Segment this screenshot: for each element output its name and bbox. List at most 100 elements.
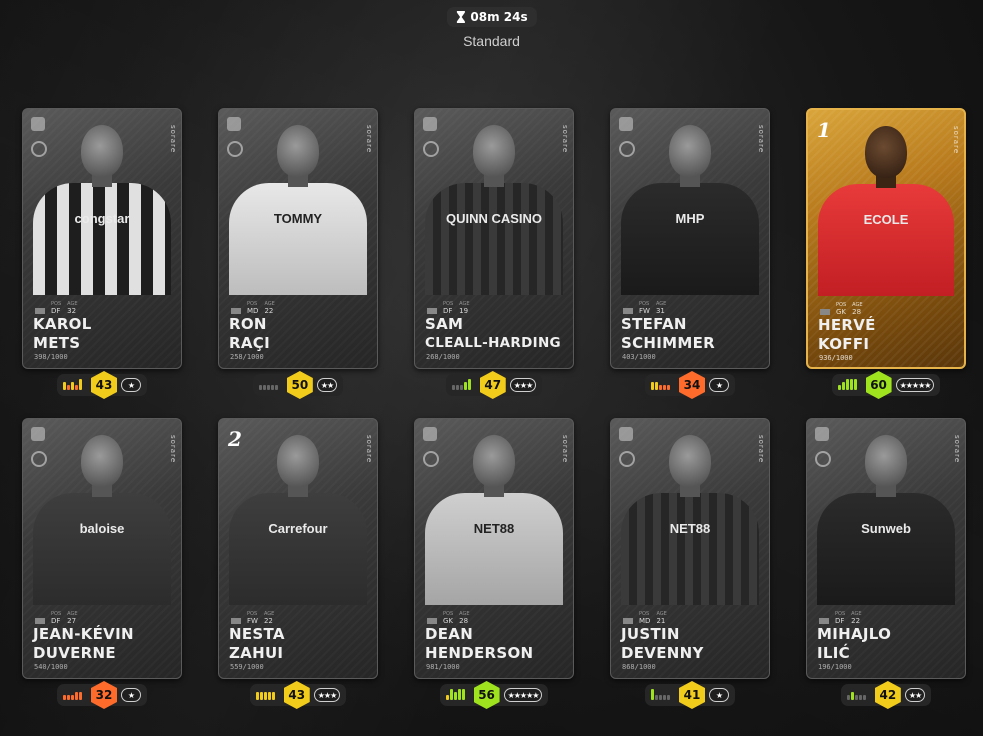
form-bar — [71, 695, 74, 700]
star-rating[interactable]: ★ — [709, 688, 729, 702]
form-bar — [63, 382, 66, 390]
form-bars — [846, 690, 871, 700]
player-name: NESTA ZAHUI — [229, 625, 373, 663]
player-card[interactable]: sorare NET88 POS MD AGE 21 JUSTIN DEVENNY 868/10… — [610, 418, 770, 679]
form-bars — [651, 380, 675, 390]
meta-pos: POS DF — [835, 611, 845, 625]
serial-number: 981/1000 — [426, 663, 460, 671]
player-card[interactable]: sorare Sunweb POS DF AGE 22 MIHAJLO ILIĆ 196/100… — [806, 418, 966, 679]
meta-age: AGE 21 — [656, 611, 666, 625]
position-value: DF — [51, 617, 61, 625]
card-stats: 60 ★★★★★ — [806, 371, 966, 399]
form-bar — [79, 692, 82, 700]
player-card[interactable]: sorare TOMMY POS MD AGE 22 RON RAÇI 258/1000 — [218, 108, 378, 369]
card-grid: sorare congstar POS DF AGE 32 KAROL METS 398/100… — [0, 0, 983, 736]
serial-number: 258/1000 — [230, 353, 264, 361]
card-slot: sorare MHP POS FW AGE 31 STEFAN SCHIMMER 403/100… — [610, 108, 770, 408]
form-bar — [467, 379, 471, 390]
card-slot: sorare QUINN CASINO POS DF AGE 19 SAM CLEALL-HA… — [414, 108, 574, 408]
nationality-flag-icon — [35, 308, 45, 314]
meta-age: AGE 28 — [459, 611, 469, 625]
star-rating[interactable]: ★★★ — [509, 378, 537, 392]
card-slot: sorare NET88 POS GK AGE 28 DEAN HENDERSON 981/10… — [414, 418, 574, 718]
player-meta: POS DF AGE 27 — [35, 611, 78, 625]
form-bar — [271, 692, 275, 700]
form-bar — [71, 382, 74, 390]
form-bar — [846, 695, 850, 700]
meta-pos: POS MD — [247, 301, 258, 315]
star-rating[interactable]: ★★★★★ — [503, 688, 543, 702]
score-badge: 60 — [865, 371, 892, 399]
meta-pos: POS GK — [836, 302, 846, 316]
player-photo: NET88 — [425, 429, 563, 605]
nationality-flag-icon — [820, 309, 830, 315]
card-slot: sorare baloise POS DF AGE 27 JEAN-KÉVIN DUVERNE… — [22, 418, 182, 718]
player-card[interactable]: sorare QUINN CASINO POS DF AGE 19 SAM CLEALL-HA… — [414, 108, 574, 369]
score-badge: 43 — [91, 371, 117, 399]
star-rating[interactable]: ★★ — [904, 688, 926, 702]
player-last-name: CLEALL-HARDING — [425, 335, 561, 351]
player-card[interactable]: sorare NET88 POS GK AGE 28 DEAN HENDERSON 981/10… — [414, 418, 574, 679]
form-bars — [451, 379, 476, 390]
card-slot: sorare NET88 POS MD AGE 21 JUSTIN DEVENNY 868/10… — [610, 418, 770, 718]
form-bar — [858, 695, 862, 700]
player-card[interactable]: sorare baloise POS DF AGE 27 JEAN-KÉVIN DUVERNE… — [22, 418, 182, 679]
player-name: JUSTIN DEVENNY — [621, 625, 765, 663]
meta-age: AGE 28 — [852, 302, 862, 316]
nationality-flag-icon — [427, 618, 437, 624]
star-rating[interactable]: ★★ — [316, 378, 338, 392]
player-meta: POS MD AGE 21 — [623, 611, 667, 625]
player-photo: Carrefour — [229, 429, 367, 605]
player-photo: QUINN CASINO — [425, 119, 563, 295]
nationality-flag-icon — [231, 308, 241, 314]
star-rating[interactable]: ★★★★★ — [895, 378, 935, 392]
player-meta: POS DF AGE 22 — [819, 611, 862, 625]
shirt-sponsor: QUINN CASINO — [445, 211, 543, 226]
player-head — [81, 435, 123, 487]
form-bar — [651, 689, 654, 700]
form-bars — [63, 379, 87, 390]
player-photo: Sunweb — [817, 429, 955, 605]
form-bar — [463, 382, 467, 390]
star-rating[interactable]: ★★★ — [313, 688, 341, 702]
stats-pill: 42 ★★ — [840, 681, 932, 709]
shirt-sponsor: NET88 — [669, 521, 711, 536]
card-stats: 32 ★ — [22, 681, 182, 709]
player-first-name: NESTA — [229, 625, 285, 643]
form-bar — [453, 692, 457, 700]
card-stats: 50 ★★ — [218, 371, 378, 399]
shirt-sponsor: congstar — [74, 211, 130, 226]
form-bar — [262, 385, 266, 390]
player-meta: POS DF AGE 19 — [427, 301, 470, 315]
card-stats: 43 ★★★ — [218, 681, 378, 709]
player-card[interactable]: 1 sorare ECOLE POS GK AGE 28 HERVÉ KOFFI 936/1000 — [806, 108, 966, 369]
form-bars — [445, 689, 470, 700]
age-value: 28 — [852, 308, 862, 316]
player-photo: NET88 — [621, 429, 759, 605]
nationality-flag-icon — [427, 308, 437, 314]
player-first-name: KAROL — [33, 315, 92, 333]
age-value: 22 — [851, 617, 861, 625]
player-head — [669, 125, 711, 177]
nationality-flag-icon — [623, 618, 633, 624]
player-head — [473, 125, 515, 177]
meta-pos: POS DF — [443, 301, 453, 315]
player-first-name: SAM — [425, 315, 464, 333]
player-last-name: ILIĆ — [817, 644, 850, 662]
star-rating[interactable]: ★ — [709, 378, 729, 392]
form-bar — [274, 385, 278, 390]
player-card[interactable]: sorare congstar POS DF AGE 32 KAROL METS 398/100… — [22, 108, 182, 369]
stats-pill: 60 ★★★★★ — [831, 371, 941, 399]
player-card[interactable]: sorare MHP POS FW AGE 31 STEFAN SCHIMMER 403/100… — [610, 108, 770, 369]
form-bar — [837, 385, 841, 390]
form-bar — [845, 379, 849, 390]
star-rating[interactable]: ★ — [121, 378, 141, 392]
player-card[interactable]: 2 sorare Carrefour POS FW AGE 22 NESTA ZAHUI 559/… — [218, 418, 378, 679]
player-last-name: ZAHUI — [229, 644, 284, 662]
form-bar — [79, 379, 82, 390]
stats-pill: 47 ★★★ — [445, 371, 543, 399]
shirt-sponsor: ECOLE — [863, 212, 909, 227]
player-meta: POS MD AGE 22 — [231, 301, 275, 315]
star-rating[interactable]: ★ — [121, 688, 141, 702]
meta-pos: POS DF — [51, 611, 61, 625]
